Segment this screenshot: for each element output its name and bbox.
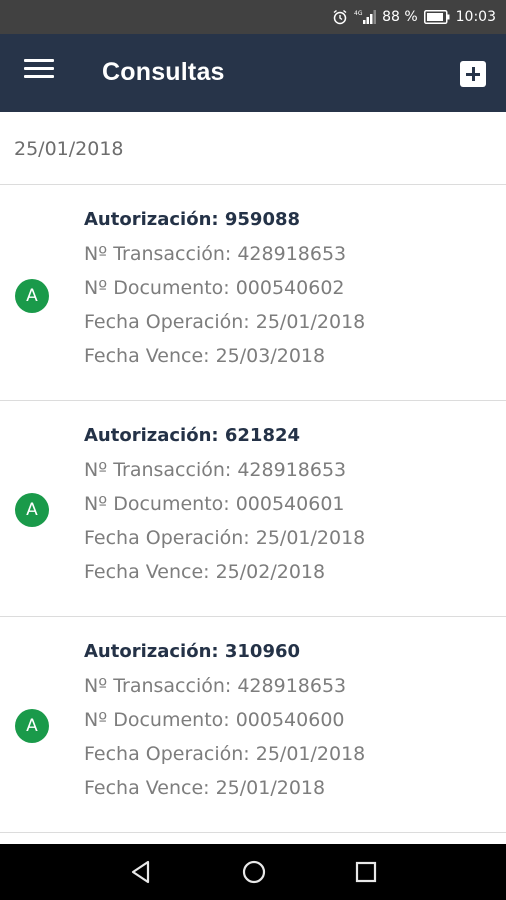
status-badge: A	[15, 709, 49, 743]
battery-percent: 88 %	[382, 9, 418, 25]
transaction-number: Nº Transacción: 428918653	[84, 675, 347, 697]
due-date: Fecha Vence: 25/03/2018	[84, 345, 326, 367]
signal-icon: 4G	[354, 9, 377, 25]
list-item[interactable]: A Autorización: 959088 Nº Transacción: 4…	[0, 185, 506, 401]
battery-icon	[423, 10, 450, 24]
status-badge: A	[15, 493, 49, 527]
operation-date: Fecha Operación: 25/01/2018	[84, 311, 366, 333]
authorization-number: Autorización: 959088	[84, 209, 301, 230]
authorization-number: Autorización: 310960	[84, 641, 301, 662]
recent-apps-square-icon[interactable]	[352, 858, 380, 886]
status-bar: 4G 88 % 10:03	[0, 0, 506, 34]
add-box-icon[interactable]	[460, 61, 486, 87]
operation-date: Fecha Operación: 25/01/2018	[84, 743, 366, 765]
document-number: Nº Documento: 000540602	[84, 277, 345, 299]
authorization-number: Autorización: 621824	[84, 425, 301, 446]
alarm-icon	[332, 9, 348, 25]
hamburger-menu-icon[interactable]	[24, 59, 54, 85]
status-badge: A	[15, 279, 49, 313]
operation-date: Fecha Operación: 25/01/2018	[84, 527, 366, 549]
document-number: Nº Documento: 000540600	[84, 709, 345, 731]
home-circle-icon[interactable]	[240, 858, 268, 886]
page-title: Consultas	[102, 58, 225, 86]
clock: 10:03	[455, 9, 496, 25]
due-date: Fecha Vence: 25/01/2018	[84, 777, 326, 799]
transaction-number: Nº Transacción: 428918653	[84, 243, 347, 265]
date-header: 25/01/2018	[0, 112, 506, 185]
network-type-label: 4G	[354, 10, 363, 17]
system-nav-bar	[0, 844, 506, 900]
consultas-list[interactable]: 25/01/2018 A Autorización: 959088 Nº Tra…	[0, 112, 506, 844]
list-item[interactable]: A Autorización: 310960 Nº Transacción: 4…	[0, 617, 506, 833]
transaction-number: Nº Transacción: 428918653	[84, 459, 347, 481]
list-item[interactable]: A Autorización: 621824 Nº Transacción: 4…	[0, 401, 506, 617]
document-number: Nº Documento: 000540601	[84, 493, 345, 515]
app-bar: Consultas	[0, 34, 506, 112]
due-date: Fecha Vence: 25/02/2018	[84, 561, 326, 583]
back-triangle-icon[interactable]	[127, 858, 155, 886]
